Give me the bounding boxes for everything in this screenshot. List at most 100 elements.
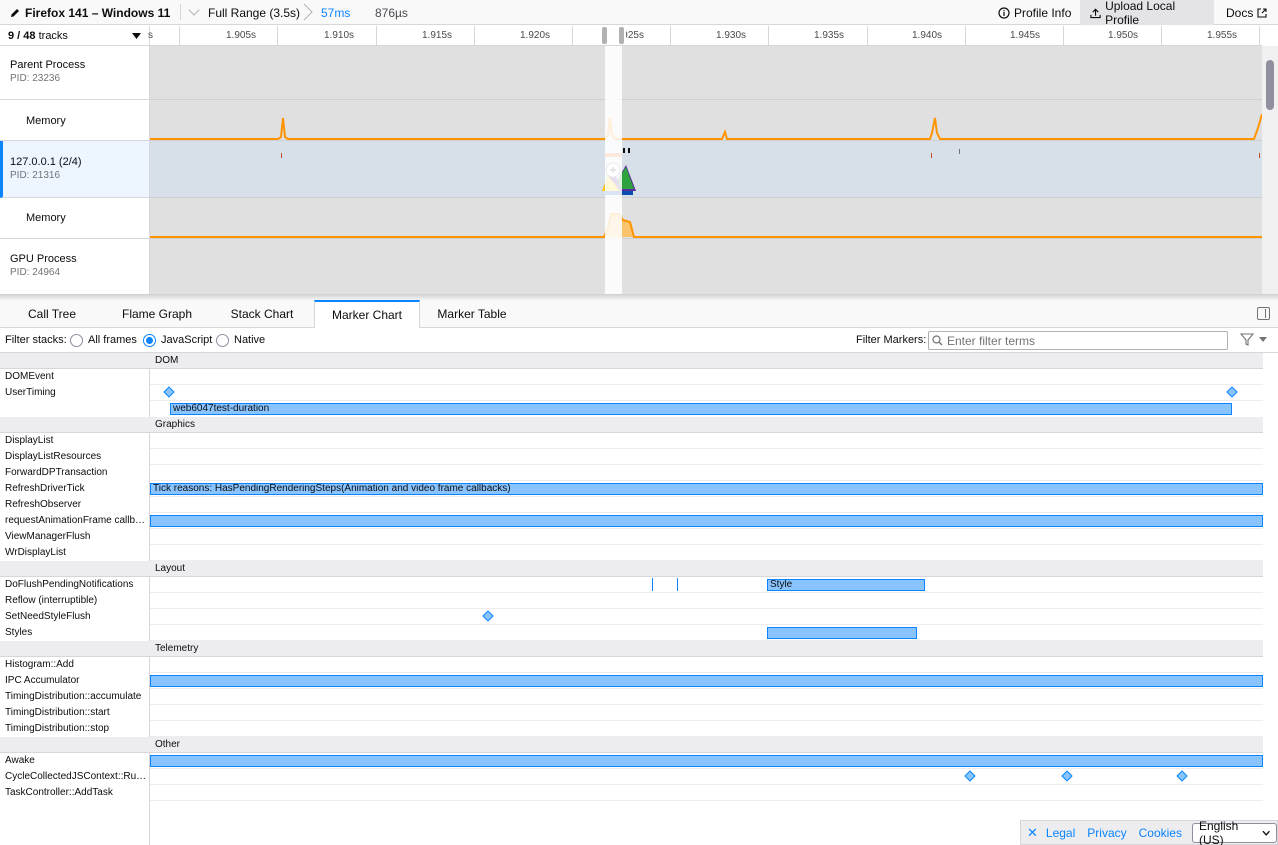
legal-link[interactable]: Legal bbox=[1046, 826, 1075, 840]
track-graph-gpu-process[interactable] bbox=[150, 239, 1262, 296]
full-range-label: Full Range (3.5s) bbox=[208, 6, 301, 20]
marker-row[interactable]: Styles bbox=[0, 625, 1263, 641]
marker-row-label: DOMEvent bbox=[0, 369, 150, 385]
radio-native[interactable] bbox=[216, 334, 229, 347]
track-memory-parent[interactable]: Memory bbox=[0, 100, 150, 141]
marker-bar-raf-callback[interactable] bbox=[150, 515, 1263, 527]
marker-row[interactable]: Reflow (interruptible) bbox=[0, 593, 1263, 609]
tab-call-tree[interactable]: Call Tree bbox=[15, 300, 89, 328]
marker-row[interactable]: TaskController::AddTask bbox=[0, 785, 1263, 801]
radio-javascript[interactable] bbox=[143, 334, 156, 347]
tab-marker-chart[interactable]: Marker Chart bbox=[314, 300, 420, 329]
marker-bar-refresh-tick[interactable]: Tick reasons: HasPendingRenderingSteps(A… bbox=[150, 483, 1263, 495]
radio-native-label[interactable]: Native bbox=[234, 334, 265, 346]
marker-bar-style[interactable]: Style bbox=[767, 579, 925, 591]
marker-diamond[interactable] bbox=[1061, 770, 1073, 782]
marker-row[interactable]: CycleCollectedJSContext::Ru… bbox=[0, 769, 1263, 785]
marker-chart[interactable]: DOM DOMEvent UserTiming web6047test-dura… bbox=[0, 353, 1278, 845]
marker-bar-awake[interactable] bbox=[150, 755, 1263, 767]
track-127-0-0-1[interactable]: 127.0.0.1 (2/4) PID: 21316 bbox=[0, 141, 150, 198]
tab-stack-chart[interactable]: Stack Chart bbox=[219, 300, 305, 328]
radio-all-frames[interactable] bbox=[70, 334, 83, 347]
marker-row[interactable]: requestAnimationFrame callb… bbox=[0, 513, 1263, 529]
track-pid: PID: 24964 bbox=[10, 267, 61, 278]
marker-row[interactable]: WrDisplayList bbox=[0, 545, 1263, 561]
marker-row[interactable]: TimingDistribution::accumulate bbox=[0, 689, 1263, 705]
full-range-breadcrumb[interactable]: Full Range (3.5s) bbox=[188, 4, 301, 20]
tracks-selector-button[interactable]: 9 / 48 tracks bbox=[0, 26, 150, 46]
marker-row[interactable]: DisplayList bbox=[0, 433, 1263, 449]
marker-row[interactable]: SetNeedStyleFlush bbox=[0, 609, 1263, 625]
track-graph-memory-content[interactable] bbox=[150, 198, 1262, 239]
marker-row-label: Awake bbox=[0, 753, 150, 769]
marker-bar-ipc-accumulator[interactable] bbox=[150, 675, 1263, 687]
tab-flame-graph[interactable]: Flame Graph bbox=[109, 300, 205, 328]
track-parent-process[interactable]: Parent Process PID: 23236 bbox=[0, 46, 150, 100]
radio-javascript-label[interactable]: JavaScript bbox=[161, 334, 212, 346]
tracks-count-label: 9 / 48 tracks bbox=[8, 30, 68, 42]
marker-search-box[interactable] bbox=[928, 331, 1228, 350]
marker-diamond[interactable] bbox=[1226, 386, 1238, 398]
timeline-scrollbar-thumb[interactable] bbox=[1266, 60, 1274, 110]
marker-row-label: RefreshObserver bbox=[0, 497, 150, 513]
marker-row[interactable]: ForwardDPTransaction bbox=[0, 465, 1263, 481]
ruler-tick bbox=[768, 26, 769, 46]
marker-diamond[interactable] bbox=[964, 770, 976, 782]
tracks-count: 9 / 48 bbox=[8, 29, 36, 42]
upload-profile-button[interactable]: Upload Local Profile bbox=[1080, 0, 1214, 27]
ruler-tick bbox=[965, 26, 966, 46]
marker-row[interactable]: TimingDistribution::stop bbox=[0, 721, 1263, 737]
marker-row[interactable]: web6047test-duration bbox=[0, 401, 1263, 417]
docs-button[interactable]: Docs bbox=[1216, 0, 1277, 25]
marker-row[interactable]: Histogram::Add bbox=[0, 657, 1263, 673]
selection-handle-left[interactable] bbox=[602, 27, 607, 44]
marker-bar-styles[interactable] bbox=[767, 627, 917, 639]
marker-diamond[interactable] bbox=[482, 610, 494, 622]
marker-row[interactable]: IPC Accumulator bbox=[0, 673, 1263, 689]
track-name: GPU Process bbox=[10, 253, 77, 265]
timeline-ruler[interactable]: s 1.905s 1.910s 1.915s 1.920s 1.925s 1.9… bbox=[148, 26, 1262, 46]
cookies-link[interactable]: Cookies bbox=[1139, 826, 1182, 840]
privacy-link[interactable]: Privacy bbox=[1087, 826, 1126, 840]
marker-bar-usertiming[interactable]: web6047test-duration bbox=[170, 403, 1232, 415]
marker-tick[interactable] bbox=[652, 578, 653, 591]
marker-row[interactable]: DOMEvent bbox=[0, 369, 1263, 385]
ruler-tick-label: 1.915s bbox=[422, 30, 453, 41]
marker-row[interactable]: Awake bbox=[0, 753, 1263, 769]
profile-info-button[interactable]: Profile Info bbox=[988, 0, 1081, 25]
close-icon[interactable]: ✕ bbox=[1027, 825, 1038, 841]
marker-search-input[interactable] bbox=[947, 333, 1217, 348]
marker-row-label: RefreshDriverTick bbox=[0, 481, 150, 497]
radio-all-frames-label[interactable]: All frames bbox=[88, 334, 137, 346]
track-memory-content[interactable]: Memory bbox=[0, 198, 150, 239]
marker-diamond[interactable] bbox=[1176, 770, 1188, 782]
profile-name-button[interactable]: Firefox 141 – Windows 11 bbox=[10, 6, 170, 20]
filter-funnel-icon[interactable] bbox=[1240, 333, 1270, 347]
track-gpu-process[interactable]: GPU Process PID: 24964 bbox=[0, 239, 150, 296]
timeline-selection-overlay[interactable] bbox=[605, 46, 622, 296]
label-column-border bbox=[149, 801, 150, 845]
track-name: Parent Process bbox=[10, 59, 86, 71]
selection-handle-right[interactable] bbox=[619, 27, 624, 44]
marker-row[interactable]: ViewManagerFlush bbox=[0, 529, 1263, 545]
range-breadcrumb-57ms[interactable]: 57ms bbox=[321, 6, 350, 20]
marker-diamond[interactable] bbox=[163, 386, 175, 398]
ruler-tick-label: 1.945s bbox=[1010, 30, 1041, 41]
marker-row[interactable]: DoFlushPendingNotifications Style bbox=[0, 577, 1263, 593]
track-name: 127.0.0.1 (2/4) bbox=[10, 156, 82, 168]
language-select[interactable]: English (US) bbox=[1191, 819, 1277, 845]
marker-row[interactable]: RefreshObserver bbox=[0, 497, 1263, 513]
range-breadcrumb-uncommitted[interactable]: 876µs bbox=[375, 6, 408, 20]
marker-row[interactable]: UserTiming bbox=[0, 385, 1263, 401]
marker-row-label: SetNeedStyleFlush bbox=[0, 609, 150, 625]
sidebar-toggle-icon[interactable] bbox=[1257, 307, 1270, 320]
track-graph-127-0-0-1[interactable] bbox=[150, 141, 1262, 198]
marker-row[interactable]: TimingDistribution::start bbox=[0, 705, 1263, 721]
marker-row[interactable]: DisplayListResources bbox=[0, 449, 1263, 465]
marker-row[interactable]: RefreshDriverTick Tick reasons: HasPendi… bbox=[0, 481, 1263, 497]
timeline-scrollbar[interactable] bbox=[1262, 46, 1278, 296]
track-graph-parent-process[interactable] bbox=[150, 46, 1262, 100]
marker-tick[interactable] bbox=[677, 578, 678, 591]
track-graph-memory-parent[interactable] bbox=[150, 100, 1263, 141]
tab-marker-table[interactable]: Marker Table bbox=[427, 300, 517, 328]
